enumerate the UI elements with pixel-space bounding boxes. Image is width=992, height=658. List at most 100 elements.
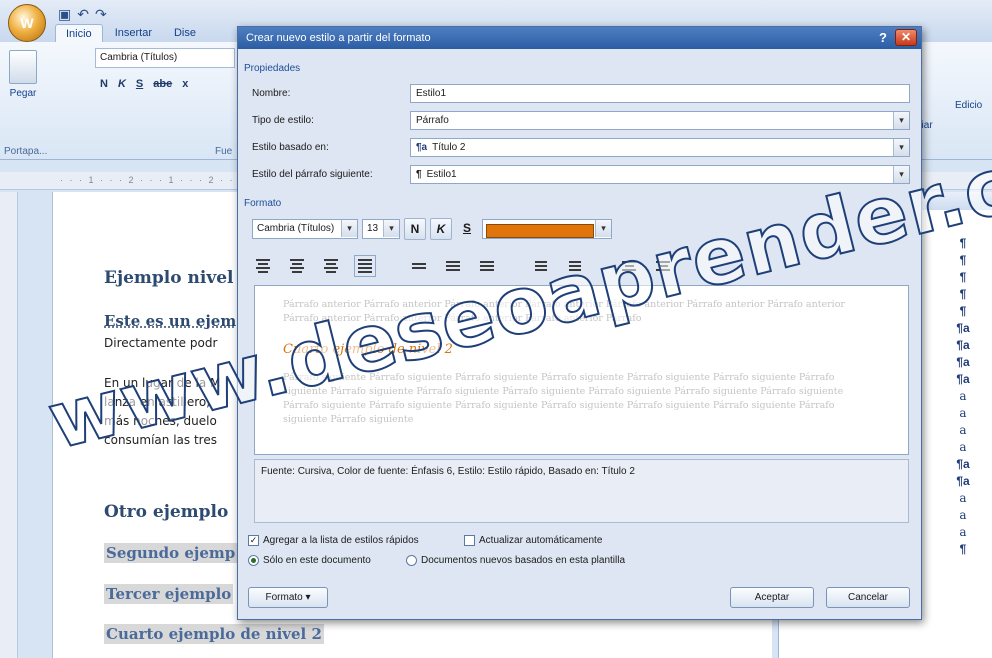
- linked-style-icon[interactable]: ¶a: [948, 372, 978, 389]
- paragraph-toolbar: [252, 253, 674, 279]
- font-color-select[interactable]: ▾: [482, 219, 612, 239]
- italic-button[interactable]: K: [118, 78, 126, 90]
- character-style-icon[interactable]: a: [948, 525, 978, 542]
- bold-button[interactable]: N: [404, 218, 426, 240]
- add-quick-styles-label: Agregar a la lista de estilos rápidos: [263, 535, 419, 546]
- chevron-down-icon[interactable]: ▾: [893, 166, 909, 183]
- accept-button[interactable]: Aceptar: [730, 587, 814, 608]
- underline-button[interactable]: S: [456, 218, 478, 240]
- doc-line-4: consumían las tres: [104, 433, 217, 447]
- group-label-clipboard: Portapa...: [4, 146, 48, 157]
- justify-icon[interactable]: [354, 255, 376, 277]
- strikethrough-button[interactable]: abe: [153, 78, 172, 90]
- align-right-icon[interactable]: [320, 255, 342, 277]
- linked-style-icon[interactable]: ¶a: [948, 321, 978, 338]
- clipboard-icon: [9, 50, 37, 84]
- ribbon-font-name[interactable]: Cambria (Títulos): [95, 48, 235, 68]
- new-documents-radio[interactable]: Documentos nuevos basados en esta planti…: [406, 555, 625, 566]
- paragraph-mark-icon[interactable]: ¶: [948, 287, 978, 304]
- auto-update-checkbox[interactable]: Actualizar automáticamente: [464, 535, 602, 546]
- format-section-label: Formato: [244, 198, 282, 209]
- font-size-select[interactable]: 13 ▾: [362, 219, 400, 239]
- dialog-title: Crear nuevo estilo a partir del formato: [246, 32, 431, 44]
- space-before-decrease-icon[interactable]: [564, 255, 586, 277]
- font-value: Cambria (Títulos): [257, 223, 335, 234]
- name-value: Estilo1: [416, 88, 447, 99]
- character-style-icon[interactable]: a: [948, 423, 978, 440]
- chevron-down-icon[interactable]: ▾: [341, 220, 357, 237]
- radio-unselected-icon[interactable]: [406, 555, 417, 566]
- preview-previous-paragraph: Párrafo anterior Párrafo anterior Párraf…: [283, 299, 845, 324]
- linked-style-icon[interactable]: ¶a: [948, 355, 978, 372]
- font-size-value: 13: [367, 223, 379, 234]
- help-icon[interactable]: ?: [879, 30, 887, 45]
- cancel-button[interactable]: Cancelar: [826, 587, 910, 608]
- paragraph-mark-icon[interactable]: ¶: [948, 253, 978, 270]
- linked-style-icon[interactable]: ¶a: [948, 338, 978, 355]
- line-spacing-single-icon[interactable]: [408, 255, 430, 277]
- only-this-document-radio[interactable]: Sólo en este documento: [248, 555, 371, 566]
- doc-heading-3: Otro ejemplo: [104, 502, 229, 522]
- align-left-icon[interactable]: [252, 255, 274, 277]
- ruler-marks: · · · 1 · · · 2 · · · 1 · · · 2 · · ·: [60, 175, 244, 185]
- group-label-font: Fue: [215, 146, 233, 157]
- vertical-ruler[interactable]: [0, 192, 18, 658]
- chevron-down-icon[interactable]: ▾: [893, 112, 909, 129]
- style-type-value: Párrafo: [416, 115, 449, 126]
- tab-insertar[interactable]: Insertar: [105, 24, 162, 43]
- tab-inicio[interactable]: Inicio: [55, 24, 103, 43]
- save-icon[interactable]: ▣: [58, 6, 71, 23]
- font-select[interactable]: Cambria (Títulos) ▾: [252, 219, 358, 239]
- doc-line-2: lanza en astillero,: [104, 395, 211, 409]
- radio-selected-icon[interactable]: [248, 555, 259, 566]
- next-style-value: Estilo1: [426, 169, 457, 180]
- subscript-button[interactable]: x: [182, 78, 188, 90]
- character-style-icon[interactable]: a: [948, 440, 978, 457]
- paste-button[interactable]: Pegar: [6, 50, 40, 108]
- space-before-increase-icon[interactable]: [530, 255, 552, 277]
- doc-heading-level2-a: Segundo ejemp: [104, 543, 238, 563]
- chevron-down-icon[interactable]: ▾: [893, 139, 909, 156]
- add-quick-styles-checkbox[interactable]: ✓ Agregar a la lista de estilos rápidos: [248, 535, 419, 546]
- align-center-icon[interactable]: [286, 255, 308, 277]
- style-type-marks: ¶ ¶ ¶ ¶ ¶ ¶a ¶a ¶a ¶a a a a a ¶a ¶a a a …: [948, 236, 978, 559]
- character-style-icon[interactable]: a: [948, 406, 978, 423]
- paragraph-mark-icon[interactable]: ¶: [948, 236, 978, 253]
- character-style-icon[interactable]: a: [948, 389, 978, 406]
- undo-icon[interactable]: ↶: [77, 6, 89, 23]
- chevron-down-icon[interactable]: ▾: [383, 220, 399, 237]
- ribbon-format-buttons: N K S abe x: [100, 78, 188, 90]
- preview-next-paragraph: Párrafo siguiente Párrafo siguiente Párr…: [283, 372, 844, 425]
- format-button[interactable]: Formato ▾: [248, 587, 328, 608]
- indent-increase-icon[interactable]: [652, 255, 674, 277]
- character-style-icon[interactable]: a: [948, 508, 978, 525]
- editing-button[interactable]: Edicio: [955, 100, 982, 111]
- tab-diseno[interactable]: Dise: [164, 24, 206, 43]
- italic-button[interactable]: K: [430, 218, 452, 240]
- based-on-label: Estilo basado en:: [252, 142, 329, 153]
- redo-icon[interactable]: ↷: [95, 6, 107, 23]
- paragraph-mark-icon[interactable]: ¶: [948, 270, 978, 287]
- name-field[interactable]: Estilo1: [410, 84, 910, 103]
- close-button[interactable]: ✕: [895, 29, 917, 46]
- checkbox-checked-icon[interactable]: ✓: [248, 535, 259, 546]
- based-on-select[interactable]: ¶a Título 2 ▾: [410, 138, 910, 157]
- linked-style-icon[interactable]: ¶a: [948, 457, 978, 474]
- line-spacing-double-icon[interactable]: [476, 255, 498, 277]
- new-documents-label: Documentos nuevos basados en esta planti…: [421, 555, 626, 566]
- next-style-select[interactable]: ¶ Estilo1 ▾: [410, 165, 910, 184]
- linked-style-icon[interactable]: ¶a: [948, 474, 978, 491]
- linked-style-icon: ¶a: [416, 142, 428, 153]
- line-spacing-onehalf-icon[interactable]: [442, 255, 464, 277]
- office-button[interactable]: W: [8, 4, 46, 42]
- based-on-value: Título 2: [432, 142, 466, 153]
- paragraph-mark-icon[interactable]: ¶: [948, 542, 978, 559]
- character-style-icon[interactable]: a: [948, 491, 978, 508]
- underline-button[interactable]: S: [136, 78, 143, 90]
- indent-decrease-icon[interactable]: [618, 255, 640, 277]
- paragraph-mark-icon[interactable]: ¶: [948, 304, 978, 321]
- bold-button[interactable]: N: [100, 78, 108, 90]
- style-type-select[interactable]: Párrafo ▾: [410, 111, 910, 130]
- checkbox-unchecked-icon[interactable]: [464, 535, 475, 546]
- chevron-down-icon[interactable]: ▾: [595, 220, 611, 237]
